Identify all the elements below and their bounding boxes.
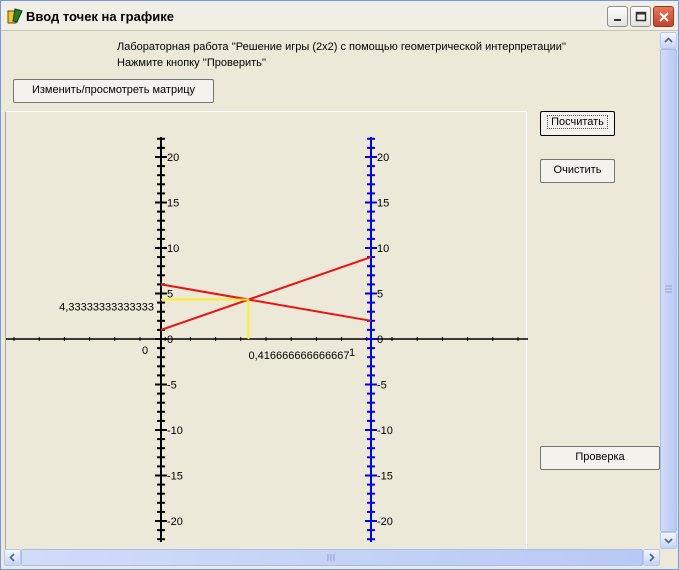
- left-axis-tick-label: -15: [167, 471, 183, 483]
- right-axis-tick-label: -5: [377, 380, 387, 392]
- grip-icon: [327, 554, 335, 561]
- chevron-up-icon: [664, 37, 673, 43]
- window-title: Ввод точек на графике: [26, 9, 174, 24]
- calculate-button[interactable]: Посчитать: [540, 111, 615, 136]
- left-axis-tick-label: -5: [167, 380, 177, 392]
- calculate-button-label: Посчитать: [547, 115, 608, 129]
- x-tick-label: 0: [142, 345, 148, 357]
- graph-area[interactable]: 20 15 10 5 0 -5 -10 -15 -20 20 15 10 5 0 -5 -10 -15 -20 0 1…: [5, 111, 528, 549]
- strategy-line-2: [160, 283, 372, 322]
- grip-icon: [665, 285, 672, 293]
- title-bar: Ввод точек на графике: [1, 1, 678, 31]
- app-window: Ввод точек на графике Лабораторная работ…: [0, 0, 679, 570]
- edit-matrix-button[interactable]: Изменить/просмотреть матрицу: [13, 79, 214, 103]
- check-button[interactable]: Проверка: [540, 446, 660, 470]
- right-axis-tick-label: -15: [377, 471, 393, 483]
- right-axis-tick-label: -10: [377, 425, 393, 437]
- scrollbar-corner: [660, 549, 677, 566]
- scroll-up-button[interactable]: [660, 32, 677, 49]
- instruction-text: Нажмите кнопку ''Проверить'': [117, 57, 267, 69]
- left-axis-tick-label: -10: [167, 425, 183, 437]
- strategy-line-1: [160, 256, 372, 331]
- client-area: Лабораторная работа ''Решение игры (2х2)…: [4, 32, 660, 549]
- left-axis-tick-label: 15: [167, 198, 179, 210]
- horizontal-scroll-thumb[interactable]: [21, 549, 643, 566]
- solution-value-label: 4,33333333333333: [59, 302, 154, 314]
- close-button[interactable]: [653, 6, 674, 27]
- chevron-left-icon: [9, 553, 15, 562]
- left-axis-tick-label: 20: [167, 152, 179, 164]
- lab-title-text: Лабораторная работа ''Решение игры (2х2)…: [117, 41, 567, 53]
- close-icon: [658, 11, 669, 22]
- chevron-right-icon: [649, 553, 655, 562]
- x-tick-label: 1: [349, 347, 355, 359]
- left-axis-tick-label: 10: [167, 243, 179, 255]
- solution-probability-label: 0,416666666666667: [249, 350, 350, 362]
- right-axis-tick-label: 15: [377, 198, 389, 210]
- left-axis-tick-label: 0: [167, 334, 173, 346]
- right-axis-tick-label: 0: [377, 334, 383, 346]
- chevron-down-icon: [664, 538, 673, 544]
- game-chart: 20151050-5-10-15-2020151050-5-10-15-200 1…: [6, 137, 528, 542]
- horizontal-scrollbar[interactable]: [4, 549, 660, 566]
- vertical-scroll-thumb[interactable]: [660, 49, 677, 532]
- scroll-right-button[interactable]: [643, 549, 660, 566]
- maximize-icon: [635, 11, 646, 21]
- app-icon: [7, 8, 23, 24]
- clear-button[interactable]: Очистить: [540, 159, 615, 183]
- minimize-icon: [613, 18, 621, 21]
- right-axis-tick-label: -20: [377, 516, 393, 528]
- left-axis-tick-label: -20: [167, 516, 183, 528]
- right-axis-tick-label: 10: [377, 243, 389, 255]
- right-axis-tick-label: 20: [377, 152, 389, 164]
- vertical-scrollbar[interactable]: [660, 32, 677, 549]
- right-axis-tick-label: 5: [377, 289, 383, 301]
- scroll-left-button[interactable]: [4, 549, 21, 566]
- minimize-button[interactable]: [607, 6, 628, 27]
- maximize-button[interactable]: [630, 6, 651, 27]
- scroll-down-button[interactable]: [660, 532, 677, 549]
